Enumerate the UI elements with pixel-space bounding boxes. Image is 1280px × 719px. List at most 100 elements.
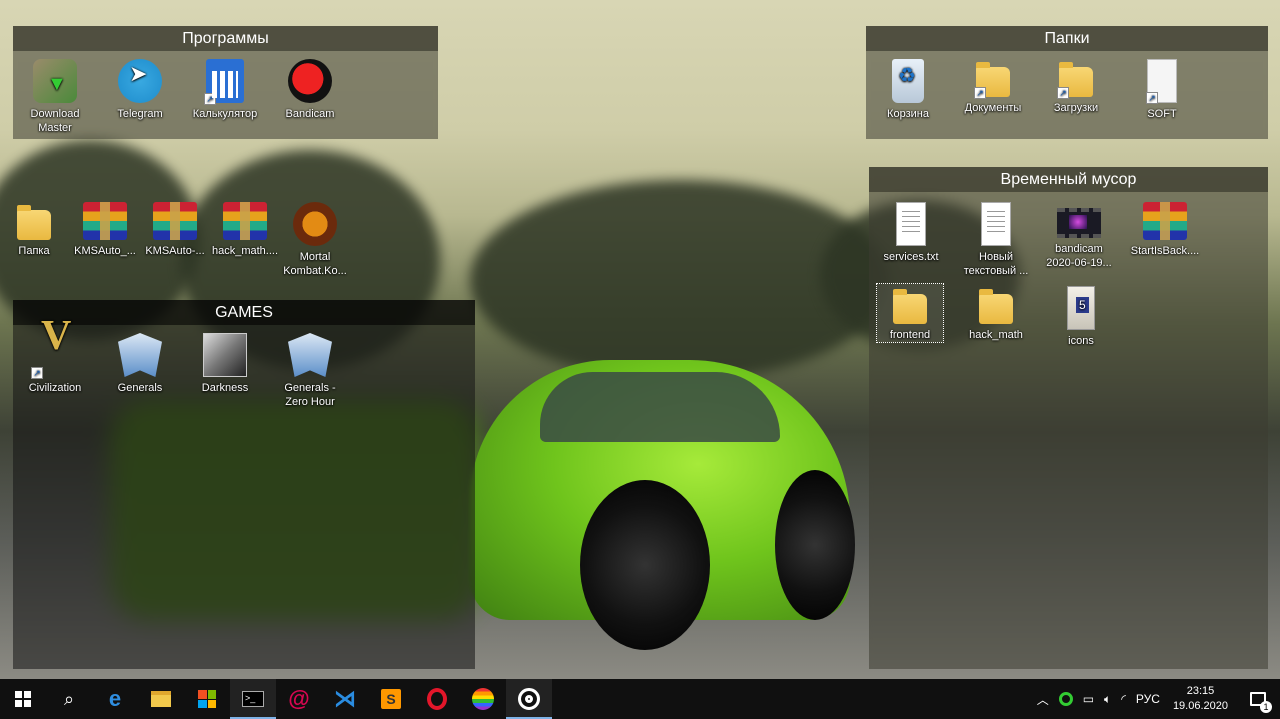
icon-label: hack_math (969, 329, 1023, 341)
fence-folders: Папки Корзина ↗ Документы ↗ Загрузки ↗ S… (866, 26, 1268, 139)
taskbar-rainbow-app[interactable] (460, 679, 506, 719)
language-indicator[interactable]: РУС (1131, 679, 1165, 719)
desktop-icon-folder[interactable]: Папка (0, 200, 74, 258)
desktop-icon-documents[interactable]: ↗ Документы (953, 57, 1033, 115)
taskbar-opera[interactable] (414, 679, 460, 719)
fence-folders-title[interactable]: Папки (866, 26, 1268, 51)
icon-label: KMSAuto_... (74, 245, 136, 257)
winrar-archive-icon (83, 202, 127, 240)
folder-icon (17, 205, 51, 240)
taskbar: ⌕ e >_ @ ⋊ S ︿ ▭ 🔈︎ ◜ РУС 23:15 19.06.20… (0, 679, 1280, 719)
search-button[interactable]: ⌕ (46, 679, 92, 719)
icon-label: KMSAuto-... (145, 245, 205, 257)
debian-icon: @ (288, 686, 310, 711)
windows-icon (15, 691, 31, 707)
desktop-icon-downloads[interactable]: ↗ Загрузки (1036, 57, 1116, 115)
desktop-icon-new-text[interactable]: Новый текстовый ... (956, 200, 1036, 278)
fence-temporary-trash: Временный мусор services.txt Новый текст… (869, 167, 1268, 669)
desktop-icon-civilization[interactable]: ↗ Civilization (15, 329, 95, 395)
icon-label: bandicam 2020-06-19... (1046, 243, 1112, 269)
soft-folder-icon: ↗ (1146, 59, 1177, 104)
store-icon (198, 690, 216, 708)
rainbow-icon (472, 688, 494, 710)
bandicam-icon (288, 59, 332, 103)
documents-folder-icon: ↗ (974, 62, 1010, 99)
desktop-icon-startisback[interactable]: StartIsBack.... (1125, 200, 1205, 258)
fence-games: GAMES ↗ Civilization Generals Darkness G… (13, 300, 475, 669)
icon-label: Telegram (117, 108, 163, 120)
icon-label: Generals - Zero Hour (284, 382, 336, 408)
icon-label: Bandicam (285, 108, 335, 120)
icons-folder-icon (1067, 286, 1095, 330)
icon-label: Darkness (201, 382, 249, 394)
fence-programs: Программы Download Master Telegram ↗ Кал… (13, 26, 438, 139)
desktop-icon-services-txt[interactable]: services.txt (871, 200, 951, 264)
taskbar-vscode[interactable]: ⋊ (322, 679, 368, 719)
desktop-icon-hack-math-archive[interactable]: hack_math.... (205, 200, 285, 258)
green-circle-icon (1058, 692, 1073, 706)
icon-label: Download Master (30, 108, 80, 134)
desktop-icon-generals-zero-hour[interactable]: Generals - Zero Hour (270, 331, 350, 409)
opera-icon (427, 688, 447, 710)
desktop-icon-download-master[interactable]: Download Master (15, 57, 95, 135)
start-button[interactable] (0, 679, 46, 719)
icon-label: frontend (889, 329, 931, 341)
desktop-icon-recycle-bin[interactable]: Корзина (868, 57, 948, 121)
action-center-button[interactable]: 1 (1236, 679, 1280, 719)
recycle-bin-icon (892, 59, 924, 103)
taskbar-sublime[interactable]: S (368, 679, 414, 719)
folder-icon (893, 289, 927, 324)
search-icon: ⌕ (63, 688, 75, 709)
icon-label: services.txt (883, 251, 939, 263)
show-hidden-icons-button[interactable]: ︿ (1032, 679, 1054, 719)
icon-label: Mortal Kombat.Ko... (283, 251, 347, 277)
desktop-icon-kmsauto-2[interactable]: KMSAuto-... (135, 200, 215, 258)
tray-app-status[interactable] (1054, 679, 1078, 719)
desktop-icon-mortal-kombat[interactable]: Mortal Kombat.Ko... (275, 200, 355, 278)
desktop-icon-telegram[interactable]: Telegram (100, 57, 180, 121)
desktop-icon-kmsauto-1[interactable]: KMSAuto_... (65, 200, 145, 258)
notification-count-badge: 1 (1260, 701, 1272, 713)
fence-games-title[interactable]: GAMES (13, 300, 475, 325)
taskbar-file-explorer[interactable] (138, 679, 184, 719)
clock-time: 23:15 (1186, 685, 1215, 697)
obs-icon (518, 688, 540, 710)
desktop-icon-bandicam-video[interactable]: bandicam 2020-06-19... (1039, 200, 1119, 270)
generals-icon (118, 333, 162, 377)
desktop-icon-hack-math-folder[interactable]: hack_math (956, 284, 1036, 342)
volume-control[interactable]: 🔈︎ (1099, 679, 1116, 719)
taskbar-edge[interactable]: e (92, 679, 138, 719)
icon-label: Калькулятор (192, 108, 258, 120)
winrar-archive-icon (153, 202, 197, 240)
generals-zero-hour-icon (288, 333, 332, 377)
winrar-archive-icon (223, 202, 267, 240)
sublime-icon: S (381, 689, 401, 709)
desktop-icon-generals[interactable]: Generals (100, 331, 180, 395)
icon-label: Документы (964, 102, 1022, 114)
network-status[interactable]: ◜ (1116, 679, 1131, 719)
fence-programs-title[interactable]: Программы (13, 26, 438, 51)
desktop-icon-bandicam[interactable]: Bandicam (270, 57, 350, 121)
taskbar-debian[interactable]: @ (276, 679, 322, 719)
desktop-icon-darkness[interactable]: Darkness (185, 331, 265, 395)
battery-status[interactable]: ▭ (1078, 679, 1099, 719)
desktop-icon-frontend[interactable]: frontend (876, 283, 944, 343)
fence-trash-title[interactable]: Временный мусор (869, 167, 1268, 192)
terminal-icon: >_ (242, 691, 264, 707)
desktop-icon-soft[interactable]: ↗ SOFT (1122, 57, 1202, 121)
desktop-icon-calculator[interactable]: ↗ Калькулятор (185, 57, 265, 121)
downloads-folder-icon: ↗ (1057, 62, 1093, 99)
taskbar-obs[interactable] (506, 679, 552, 719)
icon-label: Корзина (887, 108, 929, 120)
clock-date: 19.06.2020 (1172, 700, 1228, 712)
taskbar-store[interactable] (184, 679, 230, 719)
taskbar-terminal[interactable]: >_ (230, 679, 276, 719)
speaker-icon: 🔈︎ (1104, 691, 1112, 706)
clock[interactable]: 23:15 19.06.2020 (1165, 679, 1236, 719)
desktop-icon-icons-folder[interactable]: icons (1041, 284, 1121, 348)
winrar-archive-icon (1143, 202, 1187, 240)
calculator-icon: ↗ (204, 59, 244, 105)
icon-label: hack_math.... (211, 245, 279, 257)
folder-icon (979, 289, 1013, 324)
wifi-icon: ◜ (1121, 692, 1126, 706)
